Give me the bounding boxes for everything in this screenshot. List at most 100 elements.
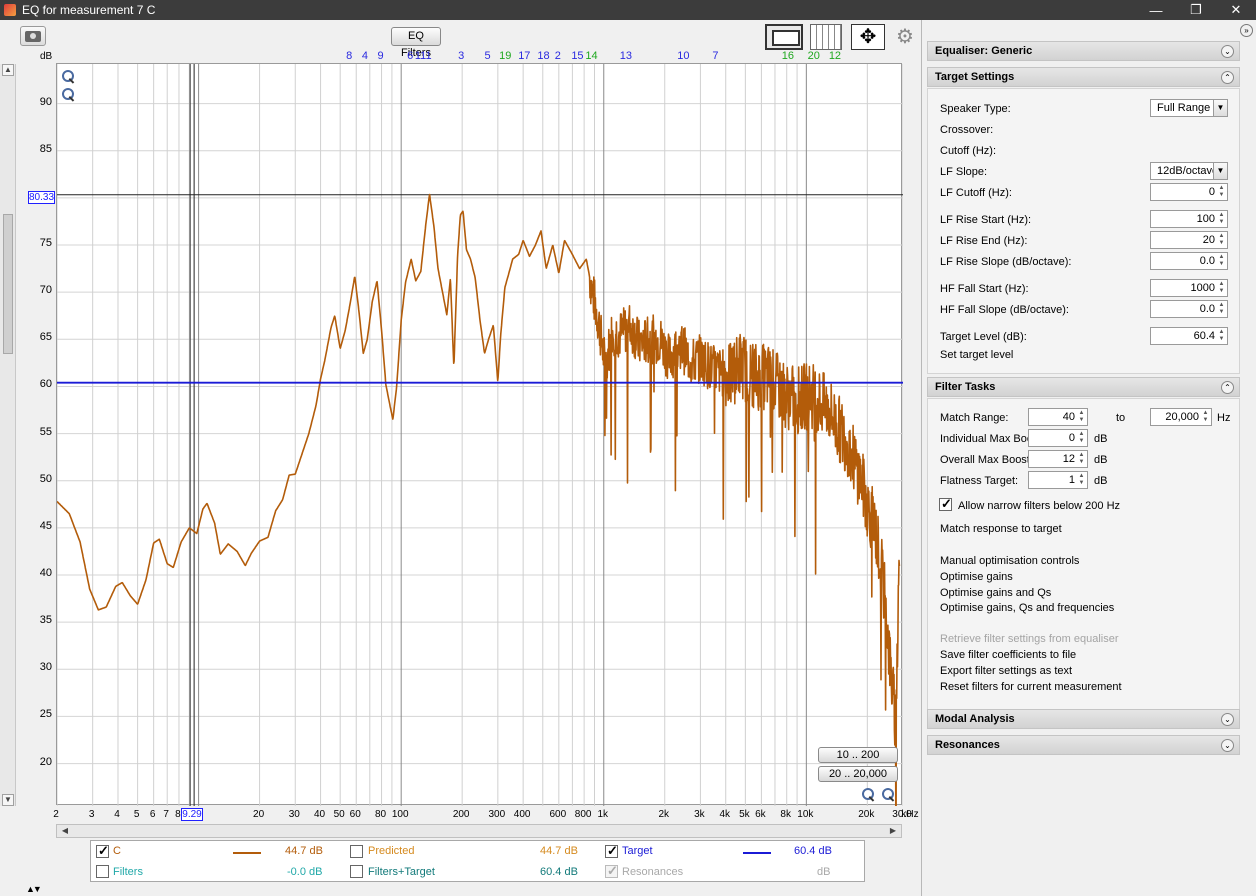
filter-marker-label[interactable]: 12: [829, 50, 841, 62]
eq-filters-button[interactable]: EQ Filters: [391, 27, 441, 59]
reset-filters-link[interactable]: Reset filters for current measurement: [940, 681, 1122, 693]
spinner-arrows-icon[interactable]: ▲ ▼: [1217, 185, 1226, 199]
lf-cutoff-input[interactable]: 0 ▲ ▼: [1150, 183, 1228, 201]
settings-button[interactable]: ⚙: [894, 26, 916, 48]
vertical-scrollbar[interactable]: ▲ ▼: [0, 64, 16, 806]
horizontal-scrollbar[interactable]: ◀ ▶: [56, 824, 902, 838]
filter-marker-label[interactable]: 14: [585, 50, 597, 62]
expand-chevron-icon[interactable]: ⌄: [1221, 739, 1234, 752]
filter-marker-label[interactable]: 111: [415, 50, 432, 62]
zoom-out-icon[interactable]: [62, 88, 76, 102]
optimise-gains-qs-link[interactable]: Optimise gains and Qs: [940, 587, 1051, 599]
y-tick-label: 30: [39, 661, 52, 674]
filter-tasks-section-header[interactable]: Filter Tasks ⌃: [927, 377, 1240, 397]
lf-rise-start-input[interactable]: 100 ▲ ▼: [1150, 210, 1228, 228]
frequency-response-plot[interactable]: [56, 63, 903, 806]
match-range-to-input[interactable]: 20,000 ▲ ▼: [1150, 408, 1212, 426]
collapse-all-button[interactable]: »: [1240, 24, 1253, 37]
filter-marker-label[interactable]: 15: [571, 50, 583, 62]
filter-marker-label[interactable]: 13: [620, 50, 632, 62]
hf-fall-slope-input[interactable]: 0.0 ▲ ▼: [1150, 300, 1228, 318]
optimise-gains-qs-freqs-link[interactable]: Optimise gains, Qs and frequencies: [940, 602, 1114, 614]
spinner-arrows-icon[interactable]: ▲ ▼: [1217, 212, 1226, 226]
individual-max-boost-input[interactable]: 0 ▲ ▼: [1028, 429, 1088, 447]
filter-marker-label[interactable]: 4: [362, 50, 368, 62]
scroll-up-arrow[interactable]: ▲: [2, 64, 14, 76]
optimise-gains-link[interactable]: Optimise gains: [940, 571, 1013, 583]
filter-marker-label[interactable]: 7: [712, 50, 718, 62]
export-filter-settings-link[interactable]: Export filter settings as text: [940, 665, 1072, 677]
expand-legend-arrows[interactable]: ▲▼: [26, 884, 42, 894]
speaker-type-select[interactable]: Full Range ▼: [1150, 99, 1228, 117]
hf-fall-start-input[interactable]: 1000 ▲ ▼: [1150, 279, 1228, 297]
flatness-target-input[interactable]: 1 ▲ ▼: [1028, 471, 1088, 489]
minimize-button[interactable]: —: [1136, 0, 1176, 20]
lf-rise-slope-input[interactable]: 0.0 ▲ ▼: [1150, 252, 1228, 270]
match-response-link[interactable]: Match response to target: [940, 523, 1062, 535]
spinner-arrows-icon[interactable]: ▲ ▼: [1217, 254, 1226, 268]
filter-marker-label[interactable]: 16: [782, 50, 794, 62]
filter-marker-label[interactable]: 6: [407, 50, 413, 62]
zoom-in-x-icon[interactable]: [862, 788, 876, 802]
filter-marker-label[interactable]: 2: [555, 50, 561, 62]
spinner-arrows-icon[interactable]: ▲ ▼: [1077, 452, 1086, 466]
zoom-in-icon[interactable]: [62, 70, 76, 84]
match-range-from-input[interactable]: 40 ▲ ▼: [1028, 408, 1088, 426]
filter-marker-label[interactable]: 19: [499, 50, 511, 62]
spinner-arrows-icon[interactable]: ▲ ▼: [1217, 329, 1226, 343]
filters-checkbox[interactable]: [96, 865, 109, 878]
filter-marker-label[interactable]: 3: [458, 50, 464, 62]
spinner-arrows-icon[interactable]: ▲ ▼: [1077, 473, 1086, 487]
restore-button[interactable]: ❐: [1176, 0, 1216, 20]
filter-marker-label[interactable]: 17: [518, 50, 530, 62]
target-level-input[interactable]: 60.4 ▲ ▼: [1150, 327, 1228, 345]
spinner-arrows-icon[interactable]: ▲ ▼: [1201, 410, 1210, 424]
scroll-left-arrow[interactable]: ◀: [59, 826, 71, 836]
filter-marker-label[interactable]: 5: [485, 50, 491, 62]
x-tick-label: 60: [349, 809, 361, 820]
plot-canvas: [57, 64, 903, 806]
spinner-arrows-icon[interactable]: ▲ ▼: [1077, 431, 1086, 445]
expand-chevron-icon[interactable]: ⌄: [1221, 713, 1234, 726]
filter-marker-label[interactable]: 8: [346, 50, 352, 62]
resonances-checkbox[interactable]: [605, 863, 618, 879]
screen-layout-button[interactable]: [765, 24, 803, 50]
c-checkbox[interactable]: [96, 843, 109, 859]
manual-optimisation-link[interactable]: Manual optimisation controls: [940, 555, 1079, 567]
modal-analysis-section-header[interactable]: Modal Analysis ⌄: [927, 709, 1240, 729]
filter-marker-label[interactable]: 9: [377, 50, 383, 62]
collapse-chevron-icon[interactable]: ⌃: [1221, 71, 1234, 84]
capture-button[interactable]: [20, 26, 46, 46]
scroll-right-arrow[interactable]: ▶: [887, 826, 899, 836]
equaliser-section-header[interactable]: Equaliser: Generic ⌄: [927, 41, 1240, 61]
spinner-arrows-icon[interactable]: ▲ ▼: [1217, 302, 1226, 316]
overall-max-boost-input[interactable]: 12 ▲ ▼: [1028, 450, 1088, 468]
filter-marker-label[interactable]: 18: [537, 50, 549, 62]
expand-chevron-icon[interactable]: ⌄: [1221, 45, 1234, 58]
resonances-section-header[interactable]: Resonances ⌄: [927, 735, 1240, 755]
close-button[interactable]: ✕: [1216, 0, 1256, 20]
target-checkbox[interactable]: [605, 843, 618, 859]
spinner-arrows-icon[interactable]: ▲ ▼: [1077, 410, 1086, 424]
zoom-out-x-icon[interactable]: [882, 788, 896, 802]
collapse-chevron-icon[interactable]: ⌃: [1221, 381, 1234, 394]
filter-marker-label[interactable]: 10: [677, 50, 689, 62]
spinner-arrows-icon[interactable]: ▲ ▼: [1217, 281, 1226, 295]
allow-narrow-filters-checkbox[interactable]: [939, 496, 952, 512]
predicted-checkbox[interactable]: [350, 845, 363, 858]
grid-layout-button[interactable]: [810, 24, 842, 50]
scroll-down-arrow[interactable]: ▼: [2, 794, 14, 806]
vertical-scroll-thumb[interactable]: [3, 214, 13, 354]
fit-all-button[interactable]: ✥: [851, 24, 885, 50]
filter-marker-label[interactable]: 20: [808, 50, 820, 62]
range-20-20000-button[interactable]: 20 .. 20,000: [818, 766, 898, 782]
lf-rise-end-input[interactable]: 20 ▲ ▼: [1150, 231, 1228, 249]
spinner-arrows-icon[interactable]: ▲ ▼: [1217, 233, 1226, 247]
range-10-200-button[interactable]: 10 .. 200: [818, 747, 898, 763]
save-filter-coefficients-link[interactable]: Save filter coefficients to file: [940, 649, 1076, 661]
set-target-level-link[interactable]: Set target level: [940, 349, 1013, 361]
target-settings-section-header[interactable]: Target Settings ⌃: [927, 67, 1240, 87]
lf-slope-select[interactable]: 12dB/octave ▼: [1150, 162, 1228, 180]
cursor-freq-readout: 9.29: [181, 808, 203, 821]
filters-target-checkbox[interactable]: [350, 865, 363, 878]
